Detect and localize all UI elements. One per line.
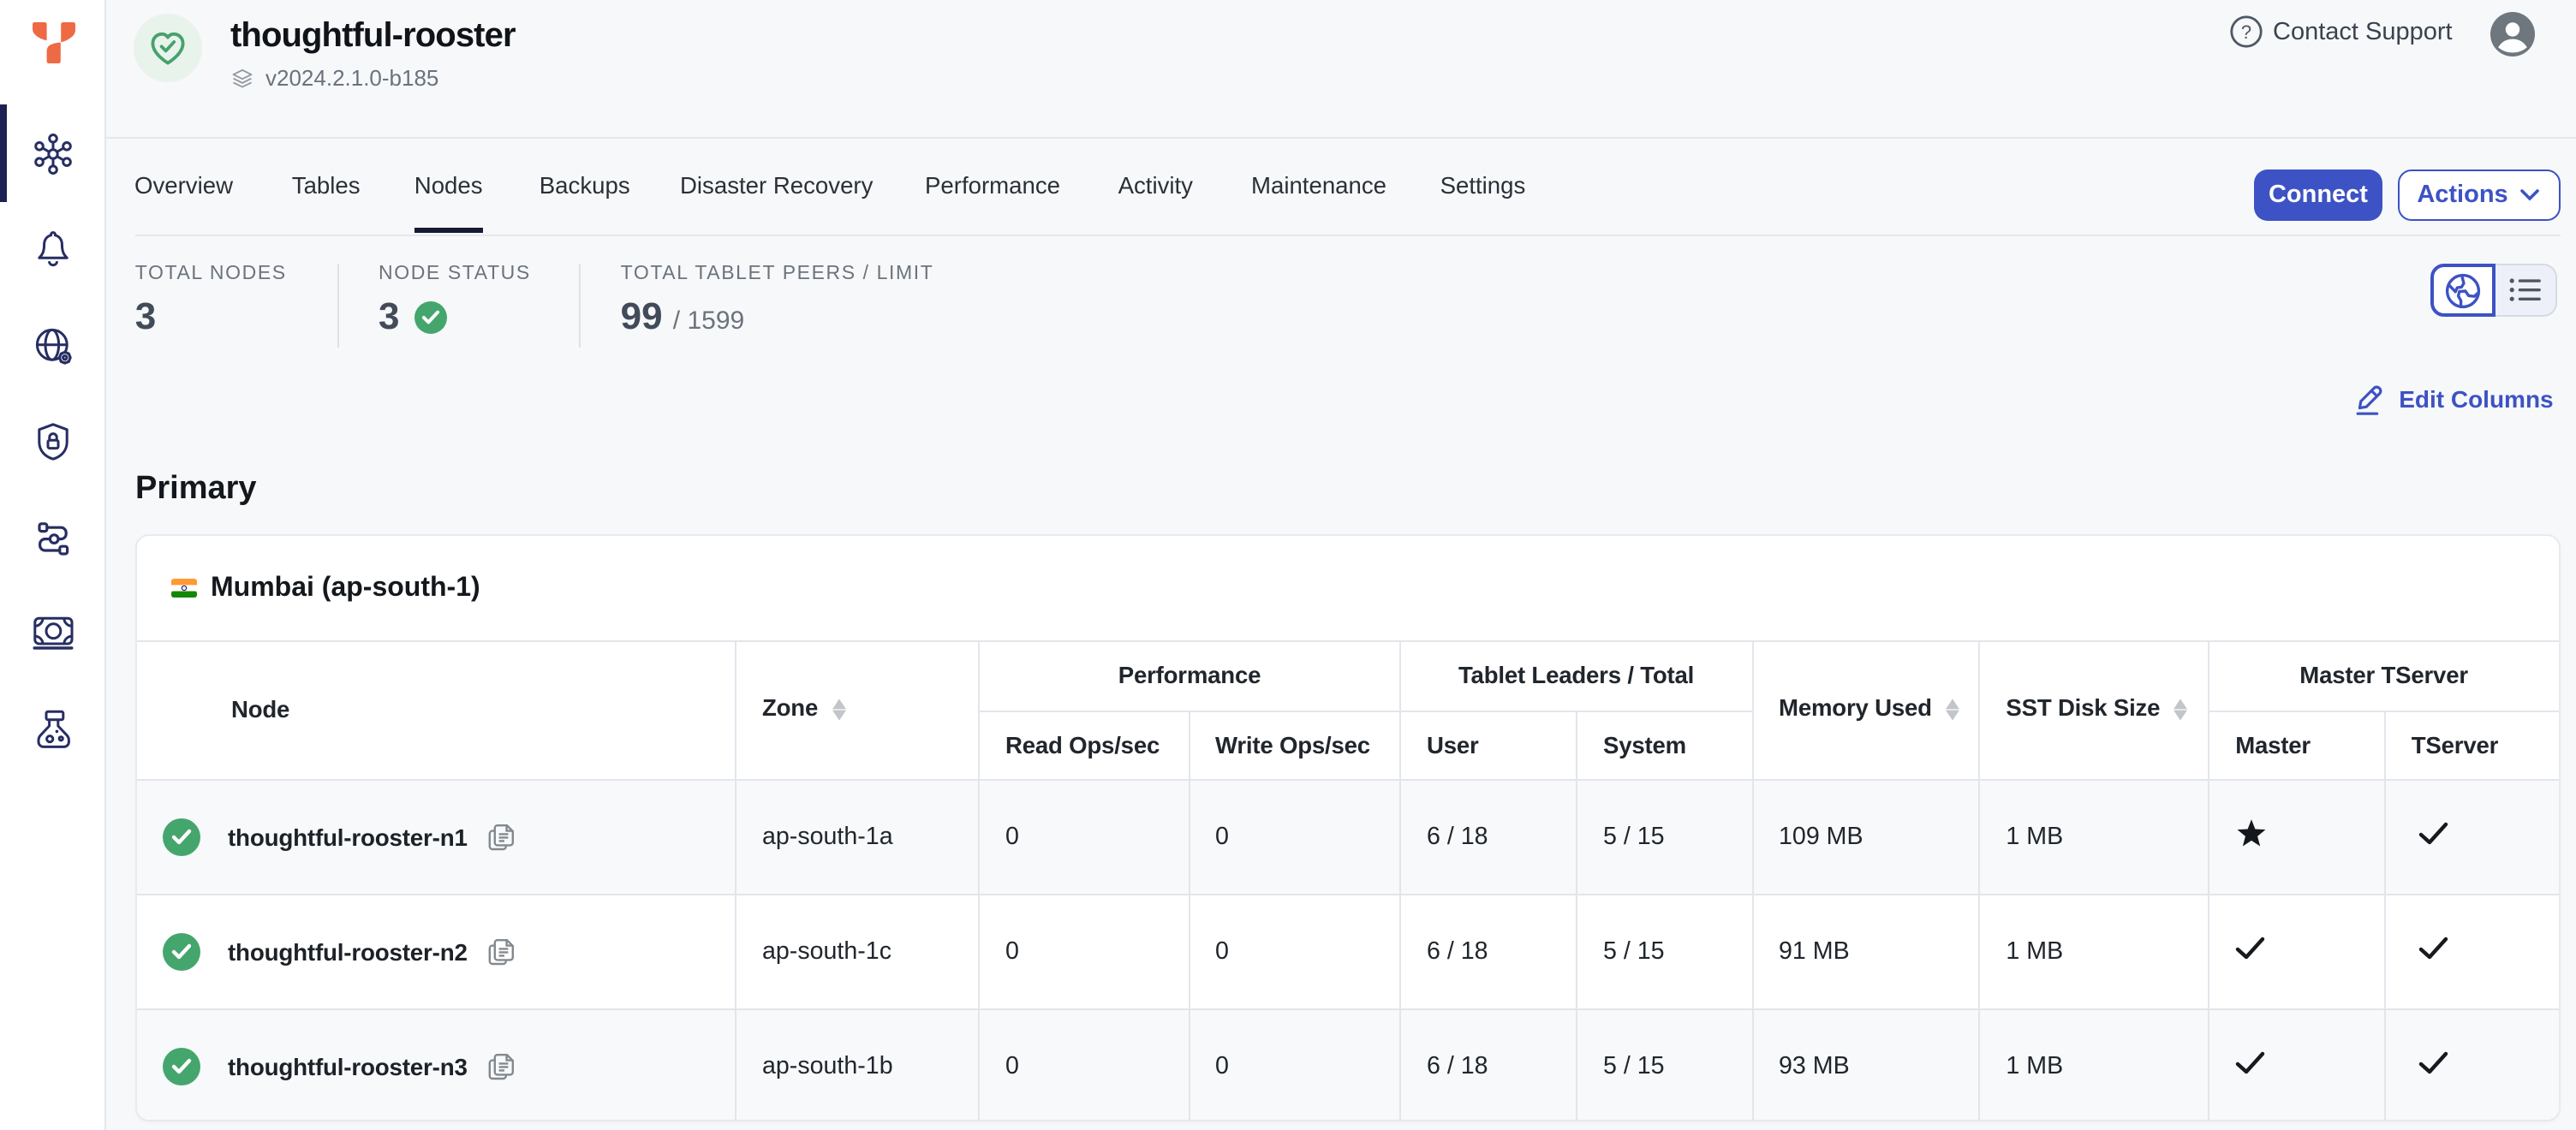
- svg-text:?: ?: [2241, 22, 2251, 44]
